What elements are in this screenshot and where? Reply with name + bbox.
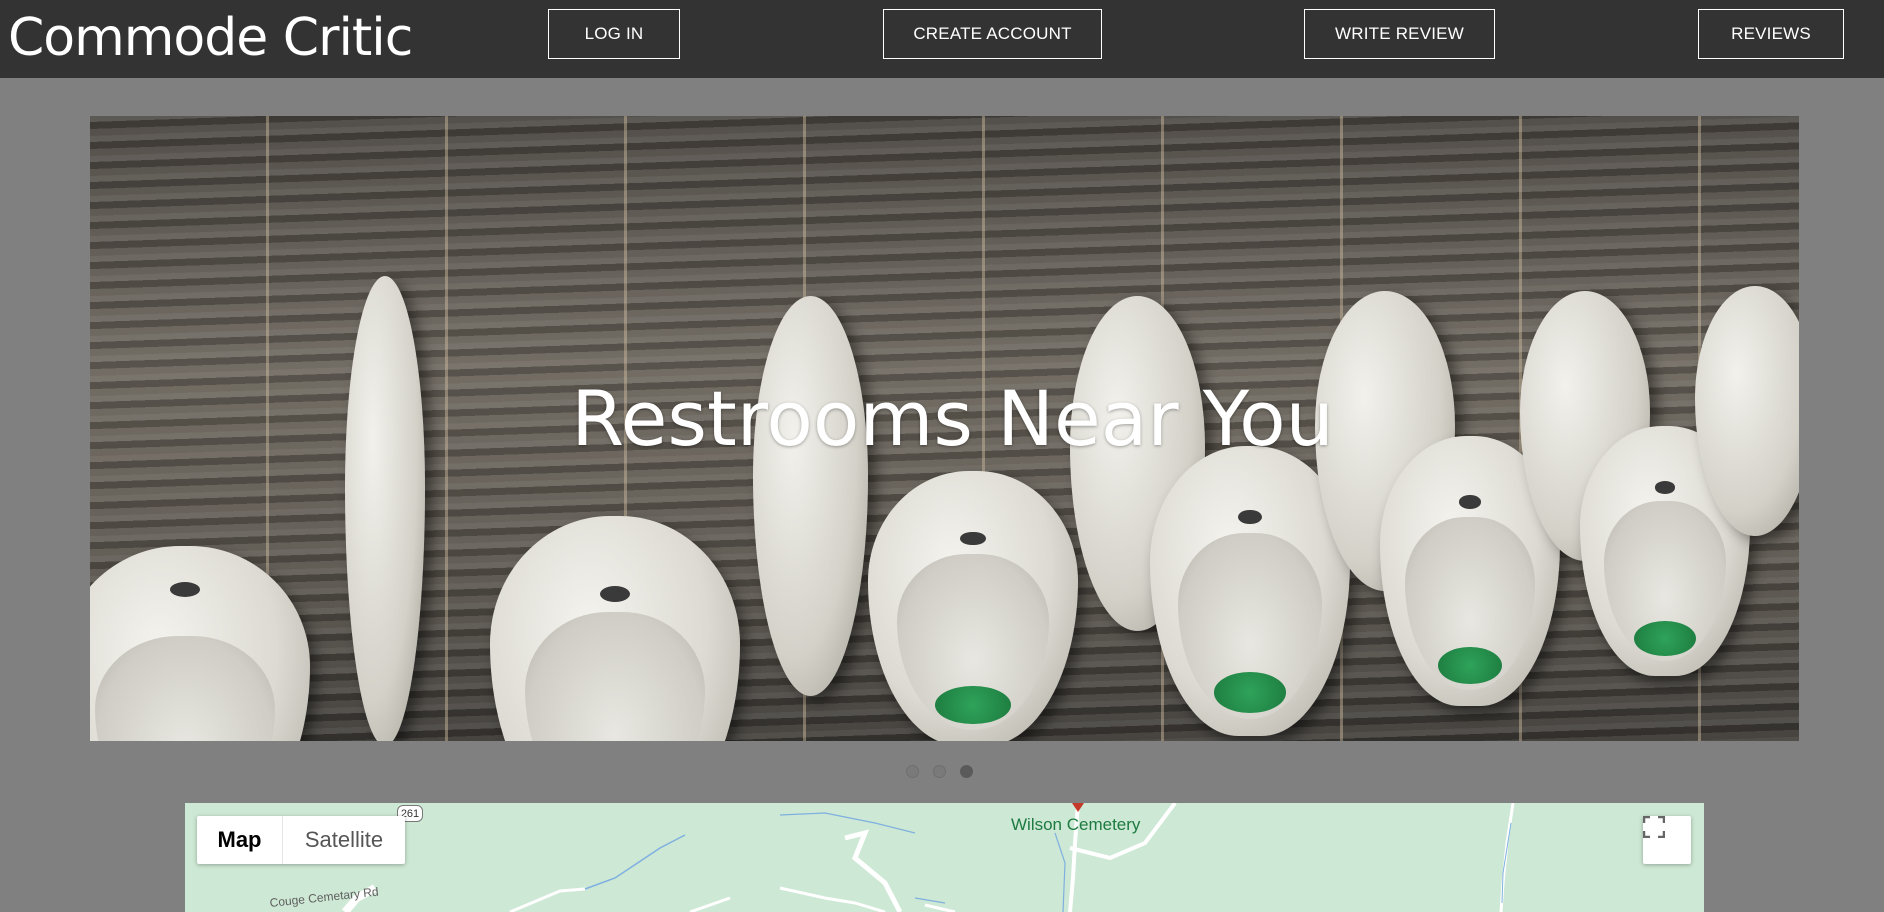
hero-divider-image: [345, 276, 425, 741]
site-brand[interactable]: Commode Critic: [8, 4, 413, 72]
map-type-map-button[interactable]: Map: [197, 816, 283, 864]
write-review-button[interactable]: WRITE REVIEW: [1304, 9, 1495, 59]
map-type-satellite-button[interactable]: Satellite: [283, 816, 405, 864]
carousel-dot[interactable]: [933, 765, 946, 778]
login-button[interactable]: LOG IN: [548, 9, 680, 59]
map-type-control: Map Satellite: [197, 816, 405, 864]
top-navbar: Commode Critic LOG IN CREATE ACCOUNT WRI…: [0, 0, 1884, 78]
hero-carousel: Restrooms Near You: [90, 116, 1799, 741]
map-marker-icon[interactable]: [1072, 803, 1084, 812]
restroom-map[interactable]: 261 Wilson Cemetery Couge Cemetary Rd Ma…: [185, 803, 1704, 912]
hero-urinal-image: [868, 471, 1078, 741]
map-label-cemetery[interactable]: Wilson Cemetery: [1011, 815, 1140, 835]
reviews-button[interactable]: REVIEWS: [1698, 9, 1844, 59]
carousel-dot-active[interactable]: [960, 765, 973, 778]
carousel-indicators: [906, 765, 973, 778]
fullscreen-icon: [1643, 816, 1665, 838]
carousel-dot[interactable]: [906, 765, 919, 778]
hero-title: Restrooms Near You: [571, 374, 1334, 463]
fullscreen-button[interactable]: [1643, 816, 1691, 864]
create-account-button[interactable]: CREATE ACCOUNT: [883, 9, 1102, 59]
